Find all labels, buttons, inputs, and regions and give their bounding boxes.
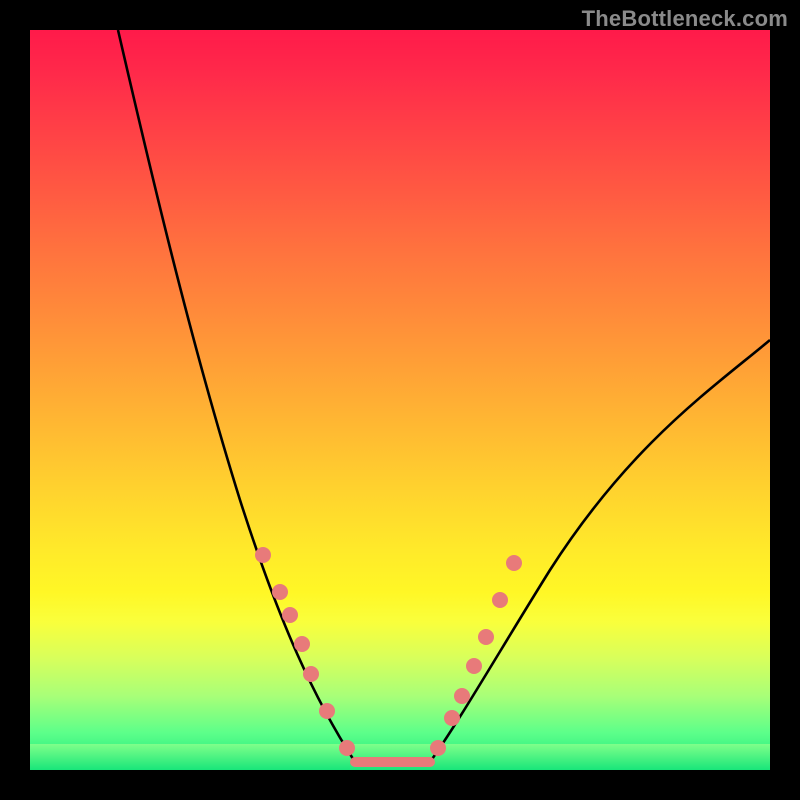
markers-right xyxy=(430,555,522,756)
curve-left-branch xyxy=(118,30,355,762)
marker-dot xyxy=(430,740,446,756)
marker-dot xyxy=(492,592,508,608)
marker-dot xyxy=(466,658,482,674)
marker-dot xyxy=(294,636,310,652)
marker-dot xyxy=(454,688,470,704)
curve-right-branch xyxy=(430,340,770,762)
watermark-text: TheBottleneck.com xyxy=(582,6,788,32)
marker-dot xyxy=(444,710,460,726)
marker-dot xyxy=(478,629,494,645)
marker-dot xyxy=(339,740,355,756)
marker-dot xyxy=(319,703,335,719)
chart-svg xyxy=(30,30,770,770)
markers-left xyxy=(255,547,355,756)
plot-area xyxy=(30,30,770,770)
marker-dot xyxy=(255,547,271,563)
marker-dot xyxy=(303,666,319,682)
chart-frame: TheBottleneck.com xyxy=(0,0,800,800)
marker-dot xyxy=(506,555,522,571)
marker-dot xyxy=(272,584,288,600)
marker-dot xyxy=(282,607,298,623)
